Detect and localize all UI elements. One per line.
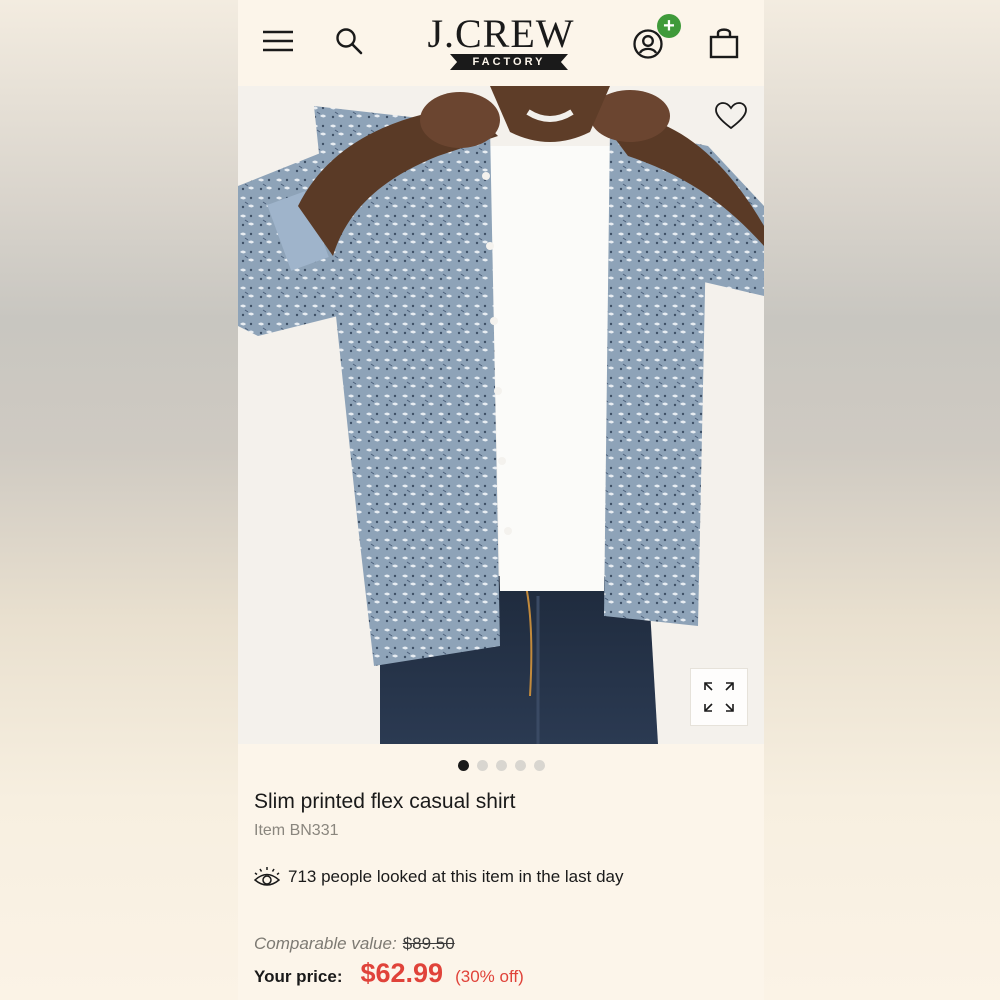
carousel-dot[interactable]: [495, 760, 507, 771]
search-button[interactable]: [332, 24, 366, 58]
eye-icon: [254, 867, 280, 886]
heart-icon: [715, 102, 747, 130]
bag-button[interactable]: [706, 24, 742, 62]
menu-button[interactable]: [260, 26, 296, 56]
background-left: [0, 0, 238, 1000]
expand-icon: [704, 682, 734, 712]
carousel-dots: [238, 760, 764, 772]
site-header: J.CREW FACTORY +: [238, 0, 764, 86]
search-icon: [336, 28, 363, 55]
carousel-dot[interactable]: [457, 760, 469, 771]
menu-icon: [263, 30, 293, 52]
price-label: Your price:: [254, 967, 343, 986]
carousel-dot[interactable]: [476, 760, 488, 771]
price-row: Your price: $62.99 (30% off): [254, 958, 524, 994]
mobile-page: J.CREW FACTORY + Slim printed flex casua…: [238, 0, 764, 1000]
comparable-value: Comparable value: $89.50: [254, 934, 455, 954]
logo-main-text: J.CREW: [427, 11, 575, 56]
sale-price: $62.99: [360, 958, 444, 988]
bag-icon: [709, 28, 739, 59]
background-right: [762, 0, 1000, 1000]
comparable-label: Comparable value:: [254, 934, 397, 953]
views-notice: 713 people looked at this item in the la…: [254, 864, 624, 890]
carousel-dot[interactable]: [533, 760, 545, 771]
logo-sub-text: FACTORY: [450, 54, 568, 70]
model-photo: [238, 86, 764, 744]
wishlist-button[interactable]: [714, 100, 748, 132]
product-title: Slim printed flex casual shirt: [254, 790, 516, 813]
item-code: Item BN331: [254, 822, 339, 839]
views-text: 713 people looked at this item in the la…: [288, 867, 624, 886]
plus-icon: +: [657, 14, 681, 38]
comparable-price: $89.50: [402, 934, 455, 953]
brand-logo[interactable]: J.CREW FACTORY: [422, 14, 580, 74]
product-image[interactable]: [238, 86, 764, 744]
carousel-dot[interactable]: [514, 760, 526, 771]
discount-badge: (30% off): [455, 967, 524, 986]
expand-button[interactable]: [690, 668, 748, 726]
